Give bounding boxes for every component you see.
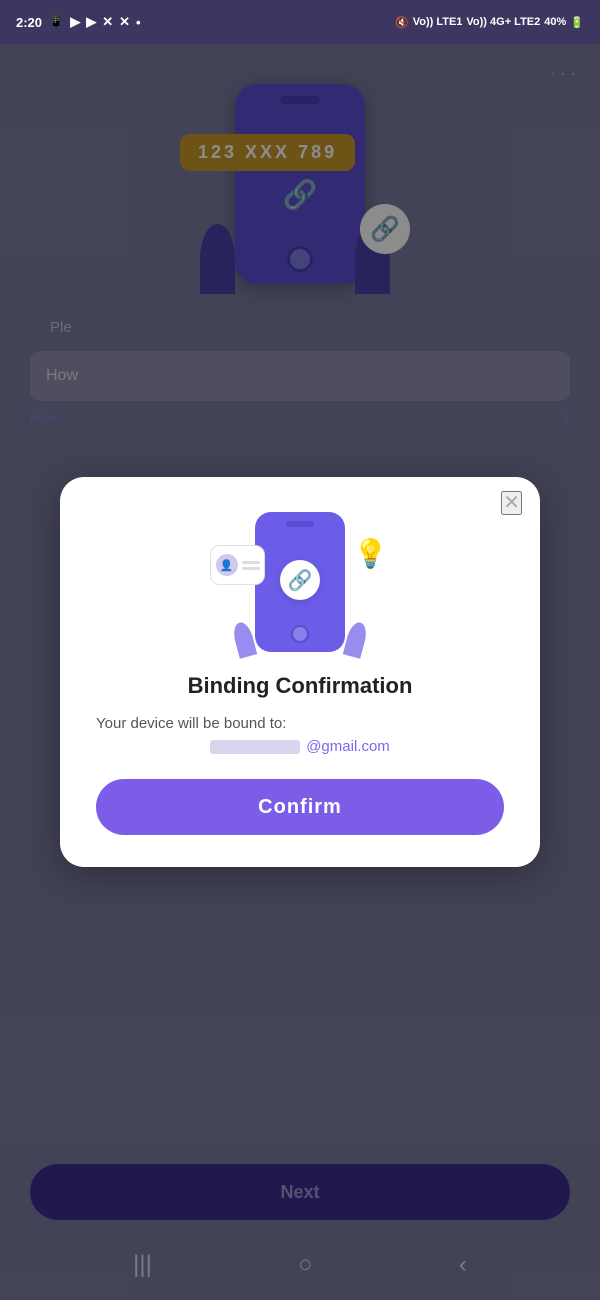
x2-icon: ✕ [119,14,130,30]
confirm-button[interactable]: Confirm [96,779,504,835]
chain-icon: 🔗 [280,560,320,600]
chat-line-2 [242,567,260,570]
leaf-left [231,620,257,658]
youtube-music-icon: ▶ [86,14,96,30]
lte2-icon: Vo)) 4G+ LTE2 [466,16,540,28]
modal-overlay[interactable]: ✕ 🔗 👤 💡 Binding Confirmation Your device… [0,44,600,1300]
modal-body-text: Your device will be bound to: [96,715,504,732]
chat-bubble: 👤 [210,545,265,585]
status-bar: 2:20 📱 ▶ ▶ ✕ ✕ • 🔇 Vo)) LTE1 Vo)) 4G+ LT… [0,0,600,44]
avatar-small: 👤 [216,554,238,576]
chat-line-1 [242,561,260,564]
email-row: @gmail.com [210,738,390,755]
battery-glyph: 🔋 [570,16,584,29]
signal-mute-icon: 🔇 [395,16,409,29]
time: 2:20 [16,15,42,30]
battery-icon: 40% [544,16,566,28]
email-blur [210,740,300,754]
modal-illustration: 🔗 👤 💡 [220,507,380,657]
close-button[interactable]: ✕ [501,491,522,515]
leaf-right [343,620,369,658]
whatsapp-icon: 📱 [48,14,64,30]
modal-title: Binding Confirmation [188,673,413,699]
binding-confirmation-modal: ✕ 🔗 👤 💡 Binding Confirmation Your device… [60,477,540,867]
x-icon: ✕ [102,14,113,30]
dot-icon: • [136,15,141,30]
youtube-icon: ▶ [70,14,80,30]
email-suffix: @gmail.com [306,738,390,755]
lightbulb-icon: 💡 [353,537,388,570]
background-content: ··· 🔗 123 XXX 789 🔗 Ple How How 2 Next |… [0,44,600,1300]
lte1-icon: Vo)) LTE1 [413,16,463,28]
